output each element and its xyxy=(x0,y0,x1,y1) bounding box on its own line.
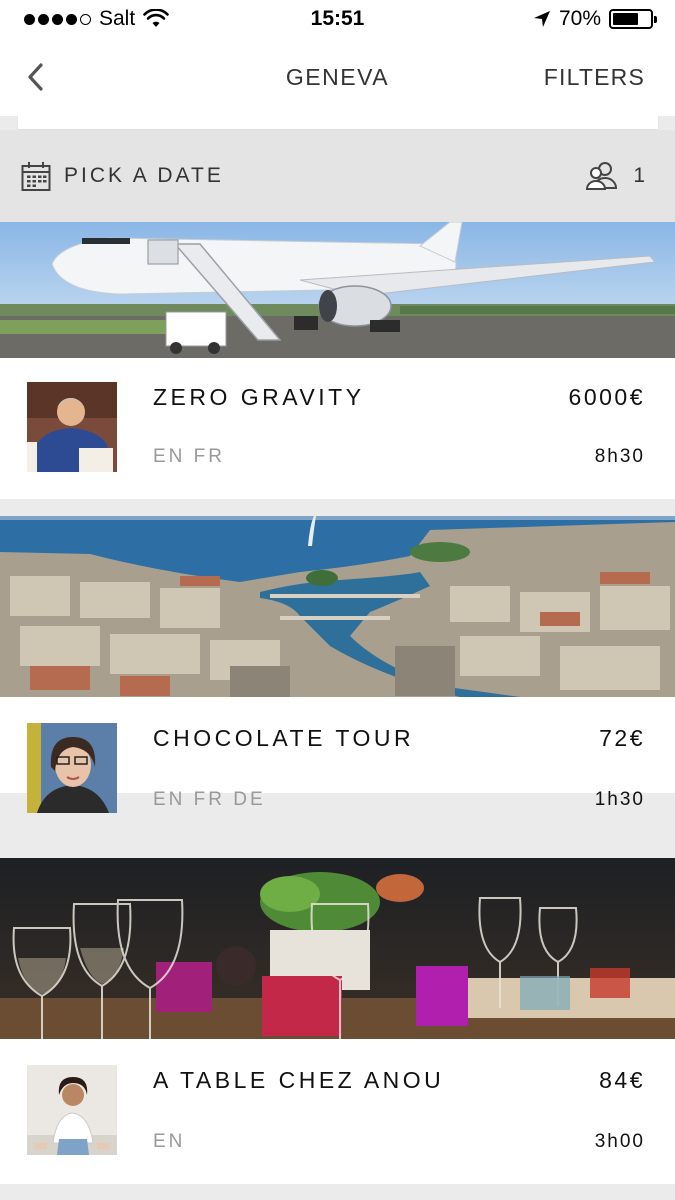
guests-count: 1 xyxy=(633,164,645,187)
experience-card[interactable]: ZERO GRAVITY 6000€ EN FR 8h30 xyxy=(0,222,675,499)
experience-title: A TABLE CHEZ ANOU xyxy=(153,1067,445,1093)
experience-languages: EN FR DE xyxy=(153,789,266,810)
signal-strength-icon xyxy=(24,13,91,25)
wifi-icon xyxy=(143,9,169,27)
people-icon xyxy=(586,162,618,190)
status-right: 70% xyxy=(533,7,657,31)
status-bar: Salt 15:51 70% xyxy=(0,0,675,38)
calendar-icon xyxy=(21,162,51,191)
experience-duration: 8h30 xyxy=(594,446,645,467)
experience-price: 84€ xyxy=(599,1067,645,1093)
experience-languages: EN FR xyxy=(153,446,225,467)
experience-photo-geneva xyxy=(0,516,675,697)
experience-duration: 1h30 xyxy=(594,789,645,810)
experience-title: ZERO GRAVITY xyxy=(153,384,365,410)
experience-photo-airplane xyxy=(0,222,675,358)
pick-date-label: PICK A DATE xyxy=(64,164,224,187)
experience-info: CHOCOLATE TOUR 72€ EN FR DE 1h30 xyxy=(0,697,675,841)
guests-selector[interactable]: 1 xyxy=(585,161,645,191)
host-avatar xyxy=(27,723,117,813)
location-arrow-icon xyxy=(533,11,550,27)
experience-photo-dinner-table xyxy=(0,858,675,1039)
experience-price: 6000€ xyxy=(568,384,645,410)
battery-percent: 70% xyxy=(558,7,601,30)
experience-card[interactable]: A TABLE CHEZ ANOU 84€ EN 3h00 xyxy=(0,858,675,1184)
experience-price: 72€ xyxy=(599,725,645,751)
back-button[interactable] xyxy=(26,57,56,97)
carrier-name: Salt xyxy=(99,7,136,30)
filters-button[interactable]: FILTERS xyxy=(544,64,645,91)
experience-card[interactable]: CHOCOLATE TOUR 72€ EN FR DE 1h30 xyxy=(0,516,675,813)
battery-fill xyxy=(613,13,639,25)
search-strip[interactable] xyxy=(18,116,658,129)
chevron-left-icon xyxy=(28,63,43,91)
pick-date-button[interactable]: PICK A DATE xyxy=(20,160,224,192)
experience-languages: EN xyxy=(153,1131,186,1152)
experience-title: CHOCOLATE TOUR xyxy=(153,725,415,751)
battery-icon xyxy=(609,9,657,29)
host-avatar xyxy=(27,1065,117,1155)
nav-bar: GENEVA FILTERS xyxy=(0,38,675,116)
experience-info: ZERO GRAVITY 6000€ EN FR 8h30 xyxy=(0,358,675,499)
status-left: Salt xyxy=(24,7,169,31)
host-avatar xyxy=(27,382,117,472)
experience-info: A TABLE CHEZ ANOU 84€ EN 3h00 xyxy=(0,1039,675,1184)
experience-duration: 3h00 xyxy=(594,1131,645,1152)
date-bar: PICK A DATE 1 xyxy=(0,130,675,222)
